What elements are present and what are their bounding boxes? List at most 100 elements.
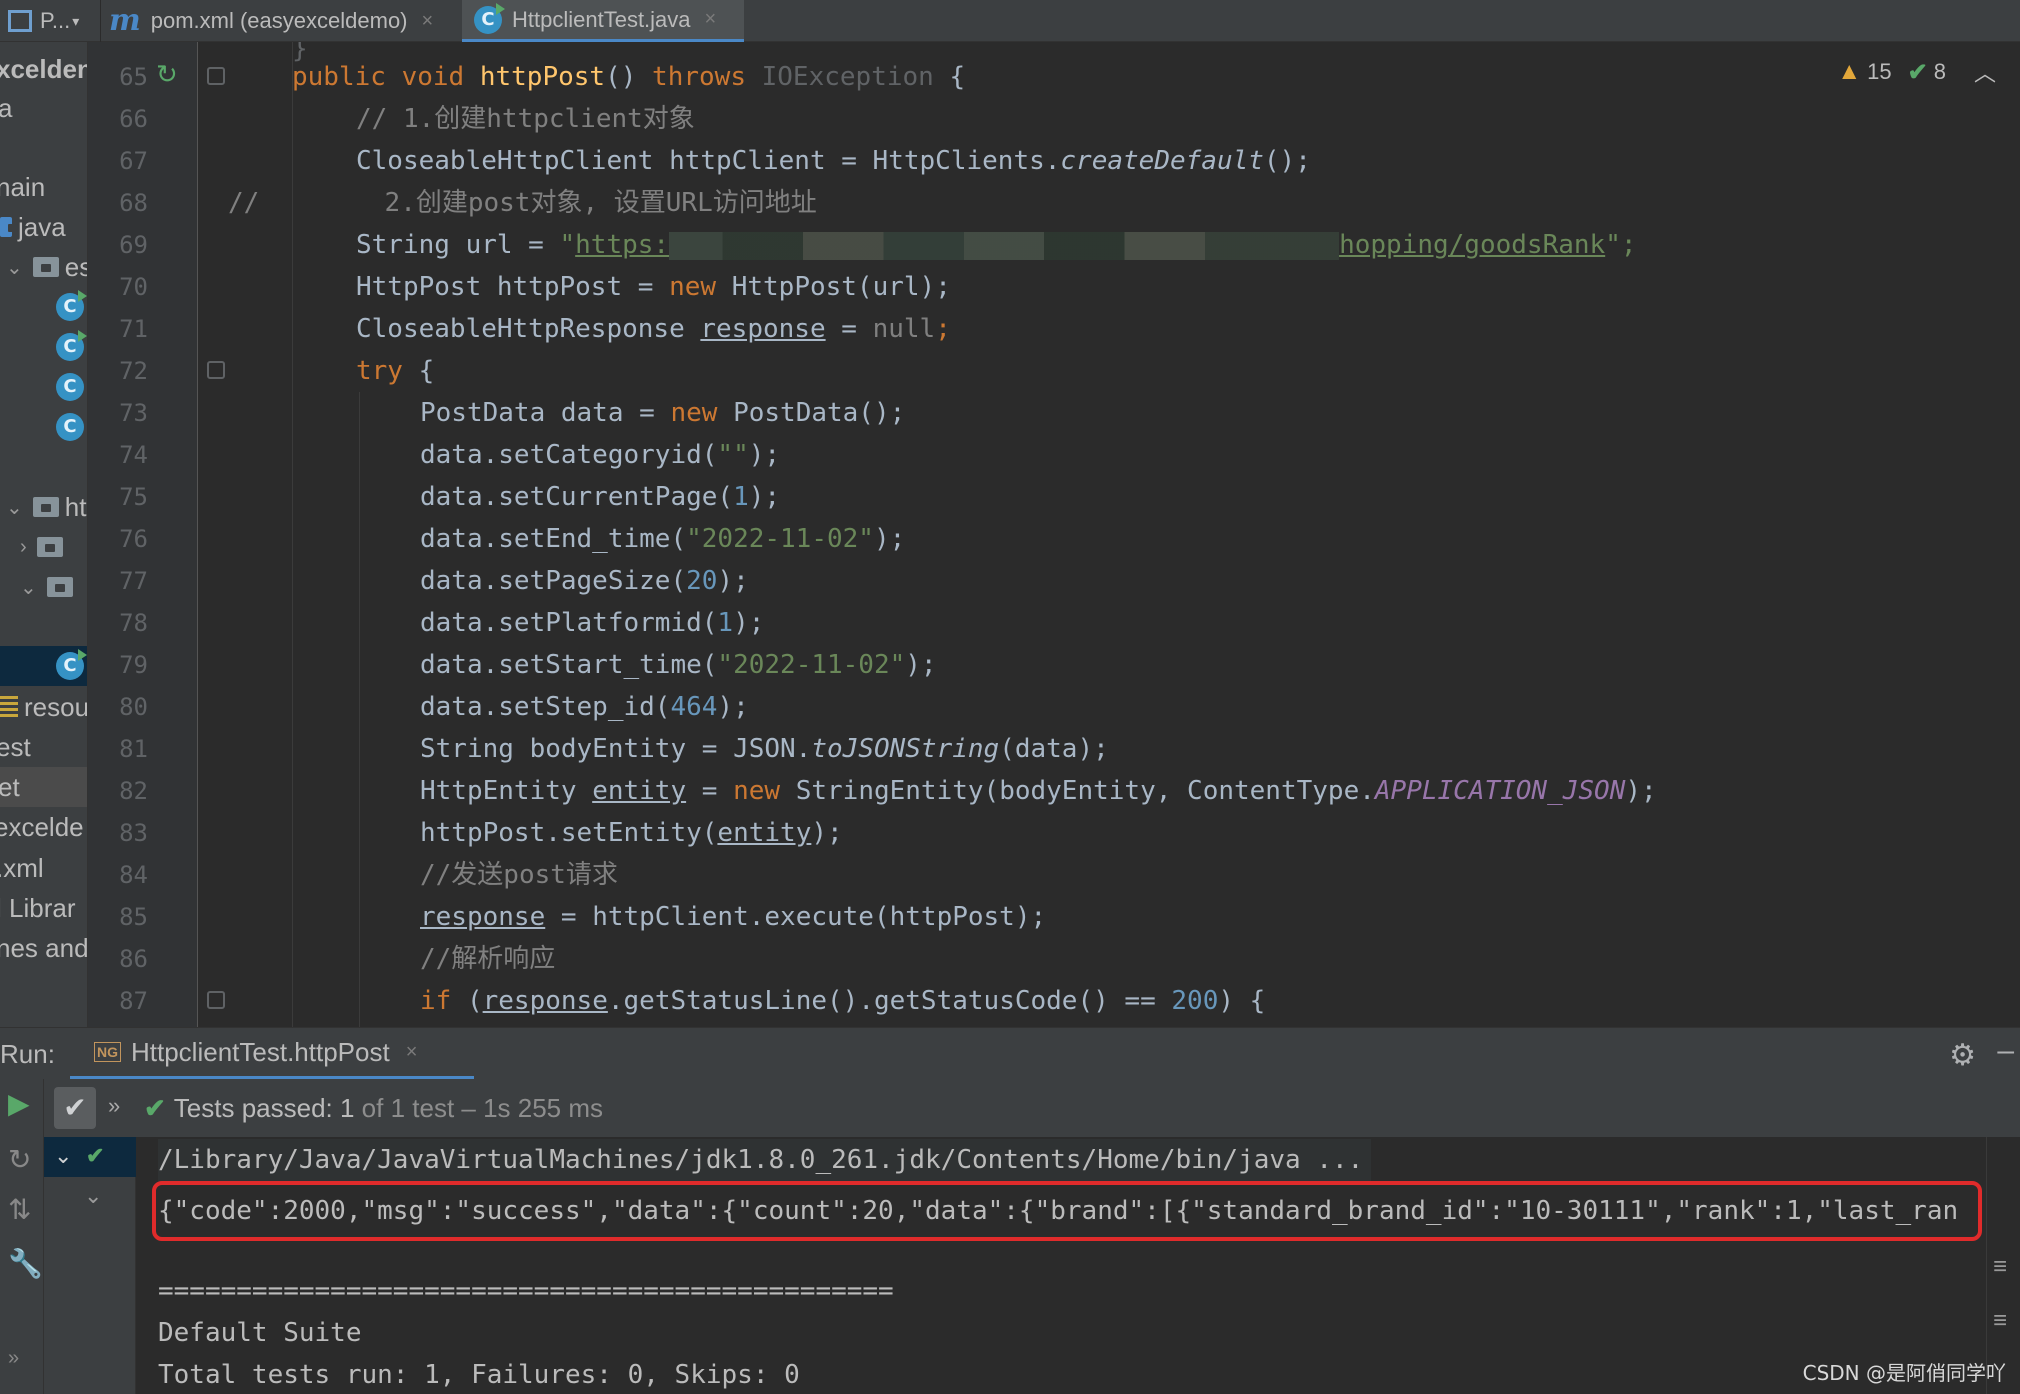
toggle-icon[interactable]: ⇅: [8, 1193, 31, 1226]
line-number: 72: [119, 357, 148, 385]
line-number: 74: [119, 441, 148, 469]
close-icon[interactable]: ×: [422, 10, 434, 33]
wrench-icon[interactable]: 🔧: [8, 1247, 43, 1280]
tree-item-target[interactable]: et: [0, 767, 87, 807]
line-number: 83: [119, 819, 148, 847]
tree-item-class[interactable]: C: [56, 367, 84, 407]
tree-item-class[interactable]: C: [56, 407, 84, 447]
tree-item-label: l Librar: [0, 892, 76, 923]
run-tab-httpclienttest[interactable]: NG HttpclientTest.httpPost ×: [70, 1028, 474, 1080]
more-icon[interactable]: »: [8, 1347, 19, 1370]
tree-item-java[interactable]: java: [0, 207, 66, 247]
tree-item-external-libraries[interactable]: l Librar: [0, 888, 75, 928]
inspection-widget[interactable]: ▲ 15 ✔ 8 ︿: [1837, 56, 1996, 88]
minimize-icon[interactable]: –: [1997, 1034, 2014, 1068]
tab-httpclienttest-java[interactable]: C HttpclientTest.java ×: [462, 0, 744, 42]
code-line-70: HttpPost httpPost = new HttpPost(url);: [356, 272, 951, 302]
tree-item-project[interactable]: xcelden: [0, 49, 87, 89]
line-number: 71: [119, 315, 148, 343]
console-right-toolbar: ≡ ≡: [1986, 1137, 2020, 1394]
code-line-77: data.setPageSize(20);: [420, 566, 749, 596]
package-icon: [46, 577, 73, 597]
tab-pom-label: pom.xml (easyexceldemo): [150, 8, 408, 33]
test-status: ✔ Tests passed: 1 of 1 test – 1s 255 ms: [144, 1079, 603, 1137]
code-line-86: //解析响应: [420, 944, 556, 974]
checkmark-icon: ✔: [1907, 58, 1928, 86]
show-passed-toggle[interactable]: ✔: [54, 1087, 96, 1129]
tree-item-folder[interactable]: ›: [20, 527, 69, 567]
test-class-icon: C: [474, 2, 505, 34]
tree-item-class[interactable]: C: [56, 287, 87, 327]
tree-item-label: et: [0, 771, 20, 802]
chevron-up-icon[interactable]: ︿: [1974, 56, 1996, 88]
line-number: 68: [119, 189, 148, 217]
tab-pom-xml[interactable]: m pom.xml (easyexceldemo) ×: [100, 0, 462, 42]
line-number: 67: [119, 147, 148, 175]
soft-wrap-icon[interactable]: ≡: [1993, 1253, 2007, 1281]
checkmark-icon: ✔: [144, 1093, 166, 1123]
console-line-separator: ========================================…: [158, 1276, 894, 1306]
tree-item-httpclienttest[interactable]: C: [0, 646, 87, 686]
class-icon: C: [56, 373, 84, 401]
line-number: 66: [119, 105, 148, 133]
tree-item-iml[interactable]: excelde: [0, 807, 84, 847]
code-line-85: response = httpClient.execute(httpPost);: [420, 902, 1047, 932]
console-line-summary: Total tests run: 1, Failures: 0, Skips: …: [158, 1360, 800, 1390]
tree-item-class[interactable]: C: [56, 327, 87, 367]
test-status-bar: ✔ » ✔ Tests passed: 1 of 1 test – 1s 255 …: [44, 1079, 2020, 1137]
code-line-79: data.setStart_time("2022-11-02");: [420, 650, 937, 680]
code-line-76: data.setEnd_time("2022-11-02");: [420, 524, 906, 554]
line-number: 82: [119, 777, 148, 805]
class-icon: C: [56, 290, 87, 321]
tree-item-resources[interactable]: resou: [0, 687, 87, 727]
scroll-to-end-icon[interactable]: ≡: [1993, 1307, 2007, 1335]
chevron-down-icon[interactable]: ▾: [72, 13, 79, 30]
line-number: 73: [119, 399, 148, 427]
tree-item-pom[interactable]: .xml: [0, 848, 44, 888]
tree-item-folder[interactable]: ⌄: [20, 567, 79, 607]
rerun-failed-icon[interactable]: ↻: [8, 1143, 31, 1176]
tree-item[interactable]: a: [0, 88, 12, 128]
maven-icon: m: [109, 3, 141, 38]
redacted-url-segment: [669, 231, 1340, 260]
tree-item-package-htt[interactable]: ⌄ htt: [6, 487, 87, 527]
tree-item-label: est: [0, 731, 31, 762]
highlight-annotation-box: [152, 1181, 1982, 1241]
close-icon[interactable]: ×: [406, 1041, 418, 1064]
line-number: 65: [119, 63, 148, 91]
tree-item-label: nes and: [0, 932, 88, 963]
tree-item-package-es[interactable]: ⌄ es: [6, 247, 87, 287]
chevron-down-icon[interactable]: ⌄: [54, 1143, 72, 1169]
test-results-tree: ⌄ ✔ ⌄: [44, 1137, 136, 1394]
rerun-play-icon[interactable]: ▶: [8, 1087, 30, 1120]
tab-project[interactable]: P... ▾: [0, 0, 100, 42]
indent-guide: [359, 392, 360, 1027]
tree-item-main[interactable]: nain: [0, 167, 45, 207]
close-icon[interactable]: ×: [705, 8, 717, 31]
run-tab-label: HttpclientTest.httpPost: [131, 1036, 390, 1067]
console-output[interactable]: /Library/Java/JavaVirtualMachines/jdk1.8…: [136, 1137, 2020, 1394]
fold-marker-icon[interactable]: [207, 67, 225, 85]
chevron-down-icon[interactable]: ⌄: [20, 575, 37, 600]
chevron-down-icon[interactable]: ⌄: [84, 1183, 102, 1209]
line-number: 78: [119, 609, 148, 637]
console-line-suite: Default Suite: [158, 1318, 362, 1348]
warning-count: 15: [1867, 59, 1892, 84]
chevron-right-icon[interactable]: ›: [20, 536, 27, 559]
code-editor[interactable]: } public void httpPost() throws IOExcept…: [198, 42, 2020, 1027]
check-count: 8: [1933, 59, 1946, 84]
code-line-81: String bodyEntity = JSON.toJSONString(da…: [420, 734, 1109, 764]
chevron-down-icon[interactable]: ⌄: [6, 495, 23, 520]
tree-item-scratches[interactable]: nes and: [0, 928, 88, 968]
fold-marker-icon[interactable]: [207, 361, 225, 379]
tree-item-label: htt: [64, 491, 87, 522]
run-side-toolbar: ▶ ↻ ⇅ 🔧 »: [0, 1079, 44, 1394]
tree-item-label: a: [0, 93, 12, 124]
run-test-gutter-icon[interactable]: ↻: [156, 59, 178, 90]
gear-icon[interactable]: ⚙: [1949, 1038, 1976, 1073]
line-number: 87: [119, 987, 148, 1015]
fold-marker-icon[interactable]: [207, 991, 225, 1009]
chevron-down-icon[interactable]: ⌄: [6, 255, 23, 280]
tree-item-test[interactable]: est: [0, 727, 31, 767]
more-actions-icon[interactable]: »: [108, 1093, 120, 1119]
